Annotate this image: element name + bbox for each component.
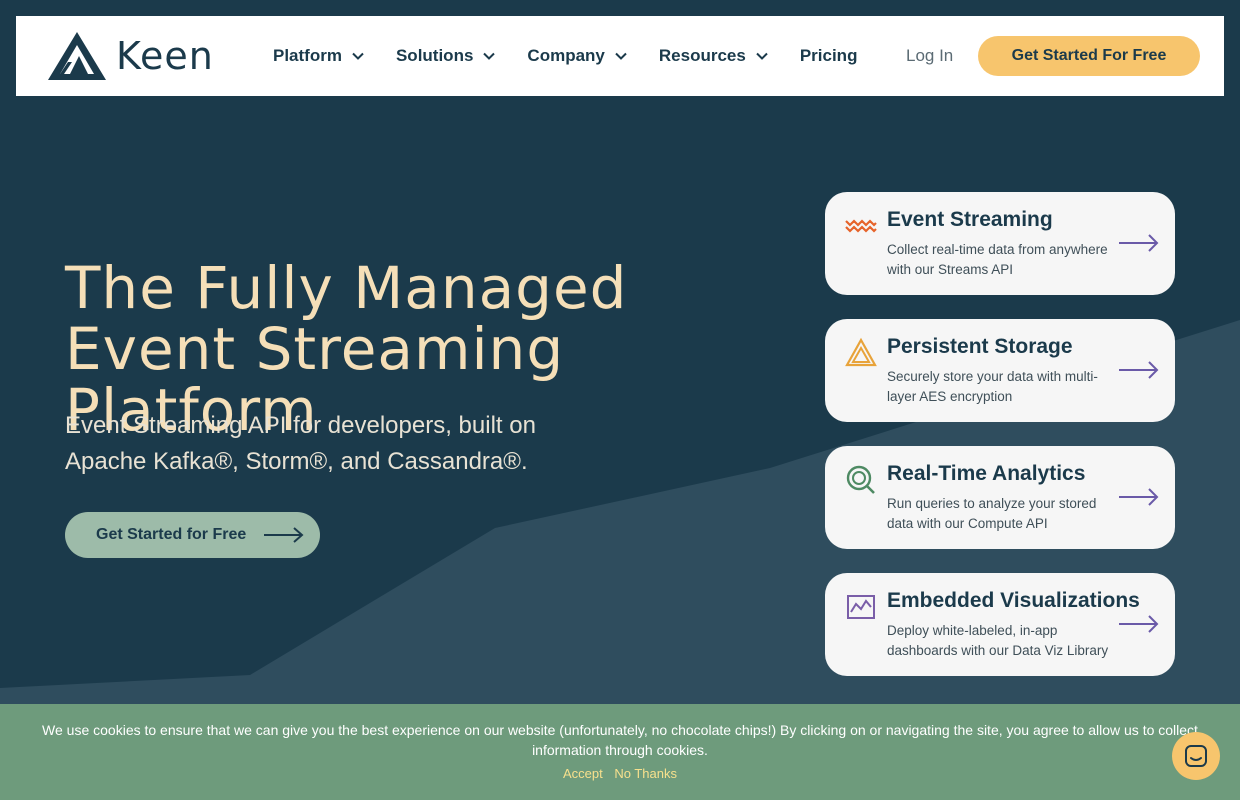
keen-logo[interactable]: Keen bbox=[48, 32, 214, 80]
keen-logo-icon bbox=[48, 32, 106, 80]
feature-card-embedded-visualizations[interactable]: Embedded Visualizations Deploy white-lab… bbox=[825, 573, 1175, 676]
nav-item-solutions[interactable]: Solutions bbox=[395, 46, 496, 66]
chevron-down-icon bbox=[352, 52, 364, 60]
chart-icon bbox=[847, 595, 875, 619]
login-link[interactable]: Log In bbox=[906, 46, 953, 66]
hero-cta-label: Get Started for Free bbox=[96, 526, 247, 543]
nav-item-pricing[interactable]: Pricing bbox=[800, 46, 858, 66]
arrow-right-icon bbox=[1119, 234, 1159, 252]
logo-text: Keen bbox=[116, 34, 214, 78]
chevron-down-icon bbox=[615, 52, 627, 60]
feature-title: Embedded Visualizations bbox=[887, 589, 1140, 612]
get-started-hero-button[interactable]: Get Started for Free bbox=[65, 512, 320, 558]
main-nav: Platform Solutions Company Resources Pri… bbox=[273, 16, 889, 96]
arrow-right-icon bbox=[264, 527, 304, 543]
arrow-right-icon bbox=[1119, 488, 1159, 506]
cookie-actions: Accept No Thanks bbox=[40, 766, 1200, 781]
feature-description: Run queries to analyze your stored data … bbox=[887, 496, 1097, 531]
feature-title: Event Streaming bbox=[887, 208, 1053, 231]
arrow-right-icon bbox=[1119, 361, 1159, 379]
chat-icon bbox=[1185, 745, 1207, 767]
feature-title: Real-Time Analytics bbox=[887, 462, 1086, 485]
cookie-decline-link[interactable]: No Thanks bbox=[614, 766, 677, 781]
query-icon bbox=[846, 465, 875, 494]
feature-card-persistent-storage[interactable]: Persistent Storage Securely store your d… bbox=[825, 319, 1175, 422]
nav-item-label: Solutions bbox=[395, 46, 474, 65]
chevron-down-icon bbox=[483, 52, 496, 60]
wave-icon bbox=[845, 219, 877, 233]
nav-item-label: Resources bbox=[658, 46, 746, 65]
cookie-banner: We use cookies to ensure that we can giv… bbox=[0, 704, 1240, 800]
chat-launcher-button[interactable] bbox=[1172, 732, 1220, 780]
cookie-text: We use cookies to ensure that we can giv… bbox=[42, 722, 1198, 758]
feature-description: Deploy white-labeled, in-app dashboards … bbox=[887, 623, 1109, 658]
triangle-icon bbox=[845, 337, 877, 367]
feature-card-real-time-analytics[interactable]: Real-Time Analytics Run queries to analy… bbox=[825, 446, 1175, 549]
site-header: Keen Platform Solutions Company Resource… bbox=[16, 16, 1224, 96]
nav-item-platform[interactable]: Platform bbox=[273, 46, 364, 66]
nav-item-label: Pricing bbox=[799, 46, 858, 65]
get-started-header-button[interactable]: Get Started For Free bbox=[978, 36, 1200, 76]
arrow-right-icon bbox=[1119, 615, 1159, 633]
nav-item-label: Platform bbox=[273, 46, 342, 65]
feature-card-event-streaming[interactable]: Event Streaming Collect real-time data f… bbox=[825, 192, 1175, 295]
chevron-down-icon bbox=[756, 52, 768, 60]
nav-item-resources[interactable]: Resources bbox=[659, 46, 768, 66]
feature-description: Collect real-time data from anywhere wit… bbox=[887, 242, 1108, 277]
nav-item-company[interactable]: Company bbox=[527, 46, 627, 66]
cookie-accept-link[interactable]: Accept bbox=[563, 766, 603, 781]
feature-description: Securely store your data with multi-laye… bbox=[887, 369, 1098, 404]
feature-title: Persistent Storage bbox=[887, 335, 1073, 358]
nav-item-label: Company bbox=[527, 46, 605, 65]
hero-subtitle: Event Streaming API for developers, buil… bbox=[65, 412, 536, 475]
